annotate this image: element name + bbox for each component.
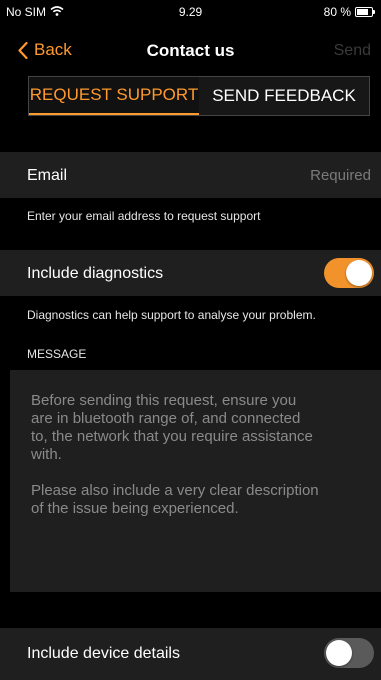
message-section-title: MESSAGE bbox=[27, 347, 87, 361]
battery-percent: 80 % bbox=[323, 5, 351, 19]
tab-send-feedback[interactable]: SEND FEEDBACK bbox=[199, 77, 369, 115]
diagnostics-toggle[interactable] bbox=[324, 258, 374, 288]
send-button[interactable]: Send bbox=[334, 42, 371, 60]
email-footer: Enter your email address to request supp… bbox=[27, 209, 261, 223]
device-details-label: Include device details bbox=[27, 645, 180, 662]
email-placeholder[interactable]: Required bbox=[310, 167, 371, 184]
device-details-toggle[interactable] bbox=[324, 638, 374, 668]
status-right: 80 % bbox=[323, 5, 375, 19]
tab-request-support[interactable]: REQUEST SUPPORT bbox=[29, 77, 199, 115]
diagnostics-footer: Diagnostics can help support to analyse … bbox=[27, 308, 316, 322]
battery-fill bbox=[357, 9, 369, 15]
email-row[interactable]: Email Required bbox=[0, 152, 381, 198]
toggle-knob bbox=[326, 640, 352, 666]
diagnostics-label: Include diagnostics bbox=[27, 265, 164, 282]
message-placeholder: Before sending this request, ensure you … bbox=[31, 392, 319, 517]
page-title: Contact us bbox=[146, 41, 235, 60]
navigation-bar: Back Contact us Send bbox=[0, 32, 381, 72]
segmented-control: REQUEST SUPPORT SEND FEEDBACK bbox=[28, 76, 370, 116]
diagnostics-row: Include diagnostics bbox=[0, 250, 381, 296]
device-details-row: Include device details bbox=[0, 628, 381, 680]
status-bar: No SIM 9.29 80 % bbox=[0, 0, 381, 22]
email-label: Email bbox=[27, 167, 68, 184]
message-textarea[interactable]: Before sending this request, ensure you … bbox=[10, 370, 381, 592]
battery-icon bbox=[355, 7, 375, 17]
toggle-knob bbox=[346, 260, 372, 286]
